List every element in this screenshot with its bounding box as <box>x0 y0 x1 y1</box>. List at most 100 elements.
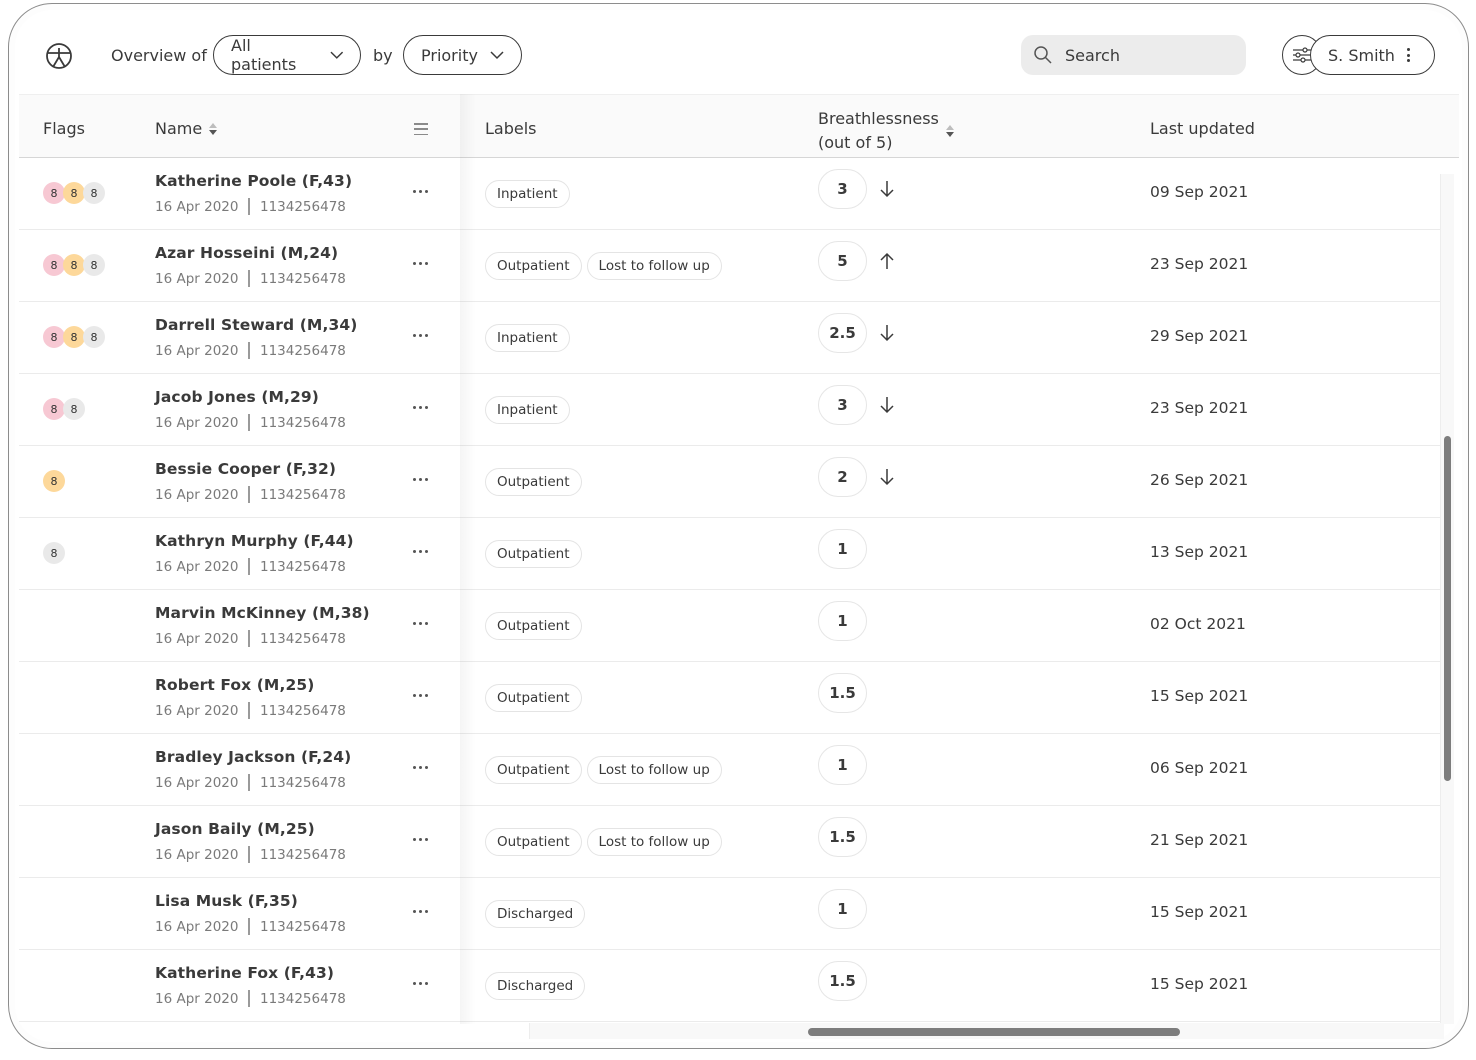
breathlessness-score: 5 <box>818 241 867 281</box>
table-row[interactable]: 888 Darrell Steward (M,34) 16 Apr 2020 1… <box>19 302 1443 374</box>
table-row[interactable]: Robert Fox (M,25) 16 Apr 2020 1134256478… <box>19 662 1443 734</box>
patient-name[interactable]: Kathryn Murphy (F,44) <box>155 532 354 550</box>
arrow-down-icon <box>880 397 894 414</box>
row-more-icon[interactable] <box>413 838 428 841</box>
flag-badge-amber[interactable]: 8 <box>63 254 85 276</box>
meta-separator <box>248 558 250 575</box>
meta-separator <box>248 198 250 215</box>
table-row[interactable]: Lisa Musk (F,35) 16 Apr 2020 1134256478 … <box>19 878 1443 950</box>
patient-name[interactable]: Marvin McKinney (M,38) <box>155 604 370 622</box>
table-row[interactable]: 8 Bessie Cooper (F,32) 16 Apr 2020 11342… <box>19 446 1443 518</box>
patient-name[interactable]: Bessie Cooper (F,32) <box>155 460 336 478</box>
column-menu-icon[interactable] <box>414 123 428 135</box>
table-row[interactable]: Bradley Jackson (F,24) 16 Apr 2020 11342… <box>19 734 1443 806</box>
flag-badge-red[interactable]: 8 <box>43 398 65 420</box>
row-more-icon[interactable] <box>413 478 428 481</box>
label-tag: Lost to follow up <box>586 756 722 784</box>
flag-badge-grey[interactable]: 8 <box>43 542 65 564</box>
table-row[interactable]: Jason Baily (M,25) 16 Apr 2020 113425647… <box>19 806 1443 878</box>
meta-separator <box>248 918 250 935</box>
patient-name[interactable]: Darrell Steward (M,34) <box>155 316 357 334</box>
patient-name[interactable]: Jason Baily (M,25) <box>155 820 315 838</box>
flag-badge-grey[interactable]: 8 <box>63 398 85 420</box>
patient-name[interactable]: Katherine Fox (F,43) <box>155 964 334 982</box>
row-more-icon[interactable] <box>413 550 428 553</box>
label-tag: Inpatient <box>485 396 570 424</box>
label-tag: Lost to follow up <box>586 252 722 280</box>
row-more-icon[interactable] <box>413 622 428 625</box>
flag-badge-grey[interactable]: 8 <box>83 326 105 348</box>
table-row[interactable]: 8 Kathryn Murphy (F,44) 16 Apr 2020 1134… <box>19 518 1443 590</box>
row-more-icon[interactable] <box>413 262 428 265</box>
flag-badge-grey[interactable]: 8 <box>83 182 105 204</box>
flag-badge-amber[interactable]: 8 <box>43 470 65 492</box>
patient-dob: 16 Apr 2020 <box>155 558 239 575</box>
table-header: Flags Name Labels Breathlessness (out of… <box>19 94 1459 158</box>
patient-id: 1134256478 <box>259 702 346 719</box>
flags-group: 8 <box>43 470 65 492</box>
breathlessness-score: 2 <box>818 457 867 497</box>
table-row[interactable]: Katherine Fox (F,43) 16 Apr 2020 1134256… <box>19 950 1443 1022</box>
labels-group: Outpatient <box>485 468 582 496</box>
patient-id: 1134256478 <box>259 774 346 791</box>
horizontal-scrollbar[interactable] <box>529 1023 1444 1039</box>
sort-icon[interactable] <box>945 125 954 137</box>
meta-separator <box>248 342 250 359</box>
table-row[interactable]: Marvin McKinney (M,38) 16 Apr 2020 11342… <box>19 590 1443 662</box>
patient-name[interactable]: Robert Fox (M,25) <box>155 676 314 694</box>
arrow-down-icon <box>880 325 894 342</box>
patient-meta: 16 Apr 2020 1134256478 <box>155 846 346 863</box>
column-header-name[interactable]: Name <box>155 119 218 138</box>
patients-select[interactable]: All patients <box>213 35 361 75</box>
vitruvian-figure-icon[interactable] <box>45 42 73 70</box>
row-more-icon[interactable] <box>413 406 428 409</box>
patient-name[interactable]: Azar Hosseini (M,24) <box>155 244 338 262</box>
last-updated: 21 Sep 2021 <box>1150 831 1249 849</box>
table-row[interactable]: 888 Azar Hosseini (M,24) 16 Apr 2020 113… <box>19 230 1443 302</box>
patient-name[interactable]: Katherine Poole (F,43) <box>155 172 352 190</box>
row-more-icon[interactable] <box>413 982 428 985</box>
flag-badge-amber[interactable]: 8 <box>63 326 85 348</box>
patients-table: Flags Name Labels Breathlessness (out of… <box>19 94 1459 1024</box>
last-updated: 29 Sep 2021 <box>1150 327 1249 345</box>
flag-badge-grey[interactable]: 8 <box>83 254 105 276</box>
labels-group: Outpatient <box>485 540 582 568</box>
breathlessness-header-line2: (out of 5) <box>818 133 893 152</box>
chevron-down-icon <box>490 51 504 60</box>
meta-separator <box>248 486 250 503</box>
row-more-icon[interactable] <box>413 910 428 913</box>
patient-name[interactable]: Lisa Musk (F,35) <box>155 892 298 910</box>
meta-separator <box>248 414 250 431</box>
last-updated: 02 Oct 2021 <box>1150 615 1246 633</box>
flag-badge-amber[interactable]: 8 <box>63 182 85 204</box>
breathlessness-score: 1 <box>818 745 867 785</box>
table-row[interactable]: 88 Jacob Jones (M,29) 16 Apr 2020 113425… <box>19 374 1443 446</box>
label-tag: Outpatient <box>485 756 582 784</box>
labels-group: Outpatient Lost to follow up <box>485 756 722 784</box>
vertical-scrollbar[interactable] <box>1440 174 1454 1024</box>
user-menu-button[interactable]: S. Smith <box>1310 35 1435 75</box>
row-more-icon[interactable] <box>413 766 428 769</box>
row-more-icon[interactable] <box>413 190 428 193</box>
row-more-icon[interactable] <box>413 694 428 697</box>
sort-select-value: Priority <box>421 45 478 65</box>
flags-group: 888 <box>43 254 105 276</box>
patient-name[interactable]: Jacob Jones (M,29) <box>155 388 319 406</box>
table-row[interactable]: 888 Katherine Poole (F,43) 16 Apr 2020 1… <box>19 158 1443 230</box>
patient-dob: 16 Apr 2020 <box>155 198 239 215</box>
sort-select[interactable]: Priority <box>403 35 522 75</box>
flag-badge-red[interactable]: 8 <box>43 182 65 204</box>
row-more-icon[interactable] <box>413 334 428 337</box>
search-input[interactable] <box>1065 45 1225 65</box>
horizontal-scrollbar-thumb[interactable] <box>808 1028 1180 1036</box>
vertical-scrollbar-thumb[interactable] <box>1444 436 1451 781</box>
patient-name[interactable]: Bradley Jackson (F,24) <box>155 748 351 766</box>
search-box[interactable] <box>1021 35 1246 75</box>
sort-icon[interactable] <box>209 122 218 135</box>
column-header-breathlessness[interactable]: Breathlessness (out of 5) <box>818 107 954 155</box>
labels-group: Inpatient <box>485 324 570 352</box>
patient-meta: 16 Apr 2020 1134256478 <box>155 198 346 215</box>
flag-badge-red[interactable]: 8 <box>43 326 65 348</box>
flag-badge-red[interactable]: 8 <box>43 254 65 276</box>
patient-id: 1134256478 <box>259 990 346 1007</box>
